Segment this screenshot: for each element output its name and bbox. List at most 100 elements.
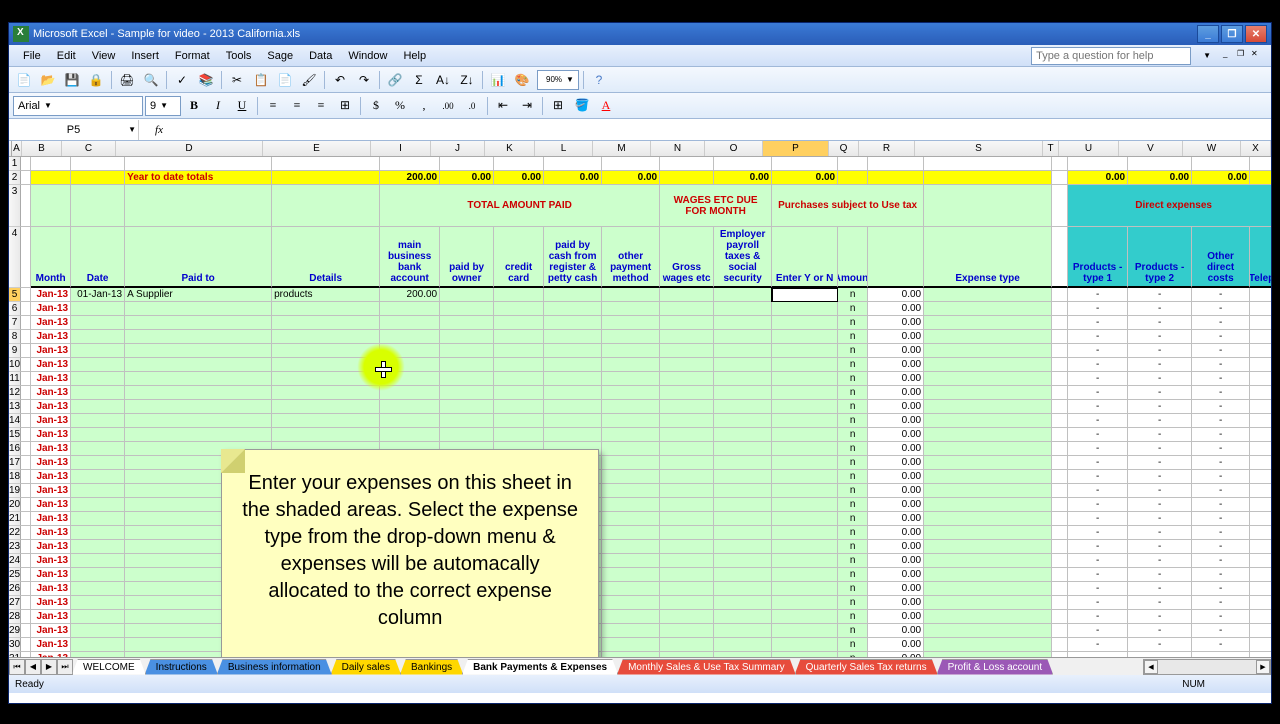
cell[interactable]: [602, 596, 660, 610]
cell[interactable]: [1250, 526, 1271, 540]
cell[interactable]: [602, 302, 660, 316]
cell[interactable]: 0.00: [868, 526, 924, 540]
cell[interactable]: [924, 582, 1052, 596]
cell[interactable]: [1250, 372, 1271, 386]
cell[interactable]: [21, 316, 31, 330]
cell[interactable]: [602, 400, 660, 414]
cell[interactable]: [71, 330, 125, 344]
cell[interactable]: -: [1068, 288, 1128, 302]
cell[interactable]: other payment method: [602, 227, 660, 288]
cell[interactable]: -: [1068, 400, 1128, 414]
col-header-V[interactable]: V: [1119, 141, 1183, 156]
cell[interactable]: [924, 288, 1052, 302]
cell[interactable]: -: [1128, 498, 1192, 512]
titlebar[interactable]: Microsoft Excel - Sample for video - 201…: [9, 23, 1271, 45]
cell[interactable]: [714, 456, 772, 470]
cell[interactable]: [1250, 358, 1271, 372]
cell[interactable]: [1052, 554, 1068, 568]
col-header-J[interactable]: J: [431, 141, 485, 156]
cell[interactable]: [544, 302, 602, 316]
cell[interactable]: [602, 157, 660, 171]
cell[interactable]: -: [1128, 540, 1192, 554]
cell[interactable]: -: [1128, 470, 1192, 484]
cells-area[interactable]: Year to date totals200.000.000.000.000.0…: [21, 157, 1271, 657]
cell[interactable]: [772, 288, 838, 302]
cell[interactable]: [1250, 302, 1271, 316]
cell[interactable]: [660, 442, 714, 456]
cell[interactable]: 0.00: [494, 171, 544, 185]
cell[interactable]: [924, 386, 1052, 400]
cell[interactable]: 0.00: [868, 638, 924, 652]
cell[interactable]: [714, 386, 772, 400]
cell[interactable]: Gross wages etc: [660, 227, 714, 288]
sort-asc-icon[interactable]: A↓: [432, 69, 454, 91]
cell[interactable]: -: [1128, 624, 1192, 638]
sheet-tab[interactable]: Bankings: [400, 659, 463, 675]
cell[interactable]: [1052, 624, 1068, 638]
cell[interactable]: [31, 185, 71, 227]
cell[interactable]: [660, 386, 714, 400]
cell[interactable]: [772, 512, 838, 526]
cell[interactable]: Jan-13: [31, 344, 71, 358]
cell[interactable]: [1250, 582, 1271, 596]
cell[interactable]: -: [1192, 526, 1250, 540]
cell[interactable]: [125, 358, 272, 372]
cell[interactable]: [772, 470, 838, 484]
cell[interactable]: [1250, 400, 1271, 414]
cell[interactable]: [440, 372, 494, 386]
cell[interactable]: -: [1068, 638, 1128, 652]
cell[interactable]: -: [1192, 610, 1250, 624]
cell[interactable]: n: [838, 554, 868, 568]
cut-icon[interactable]: ✂: [226, 69, 248, 91]
cell[interactable]: [440, 386, 494, 400]
cell[interactable]: [380, 344, 440, 358]
cell[interactable]: [924, 610, 1052, 624]
cell[interactable]: -: [1192, 484, 1250, 498]
cell[interactable]: [924, 442, 1052, 456]
cell[interactable]: [21, 302, 31, 316]
menu-sage[interactable]: Sage: [259, 48, 301, 64]
menu-tools[interactable]: Tools: [218, 48, 260, 64]
row-header[interactable]: 10: [9, 358, 21, 372]
col-header-N[interactable]: N: [651, 141, 705, 156]
cell[interactable]: [125, 400, 272, 414]
cell[interactable]: [924, 512, 1052, 526]
cell[interactable]: [1052, 358, 1068, 372]
cell[interactable]: n: [838, 442, 868, 456]
cell[interactable]: paid by owner: [440, 227, 494, 288]
cell[interactable]: 0.00: [868, 610, 924, 624]
cell[interactable]: [272, 400, 380, 414]
menu-window[interactable]: Window: [340, 48, 395, 64]
cell[interactable]: [772, 554, 838, 568]
cell[interactable]: [31, 157, 71, 171]
cell[interactable]: -: [1128, 330, 1192, 344]
cell[interactable]: [660, 638, 714, 652]
cell[interactable]: -: [1128, 554, 1192, 568]
cell[interactable]: [772, 442, 838, 456]
cell[interactable]: [772, 638, 838, 652]
tab-prev-icon[interactable]: ◀: [25, 659, 41, 675]
cell[interactable]: n: [838, 302, 868, 316]
cell[interactable]: [1052, 171, 1068, 185]
research-icon[interactable]: 📚: [195, 69, 217, 91]
row-header[interactable]: 28: [9, 610, 21, 624]
cell[interactable]: Jan-13: [31, 554, 71, 568]
col-header-S[interactable]: S: [915, 141, 1043, 156]
cell[interactable]: Jan-13: [31, 638, 71, 652]
row-header[interactable]: 9: [9, 344, 21, 358]
cell[interactable]: [21, 442, 31, 456]
cell[interactable]: [660, 302, 714, 316]
cell[interactable]: [772, 498, 838, 512]
cell[interactable]: -: [1128, 386, 1192, 400]
cell[interactable]: Jan-13: [31, 568, 71, 582]
cell[interactable]: [1052, 288, 1068, 302]
cell[interactable]: [772, 414, 838, 428]
cell[interactable]: Employer payroll taxes & social security: [714, 227, 772, 288]
cell[interactable]: [71, 610, 125, 624]
cell[interactable]: [924, 470, 1052, 484]
cell[interactable]: -: [1128, 484, 1192, 498]
cell[interactable]: [602, 568, 660, 582]
cell[interactable]: [380, 400, 440, 414]
cell[interactable]: [21, 344, 31, 358]
cell[interactable]: [1052, 330, 1068, 344]
